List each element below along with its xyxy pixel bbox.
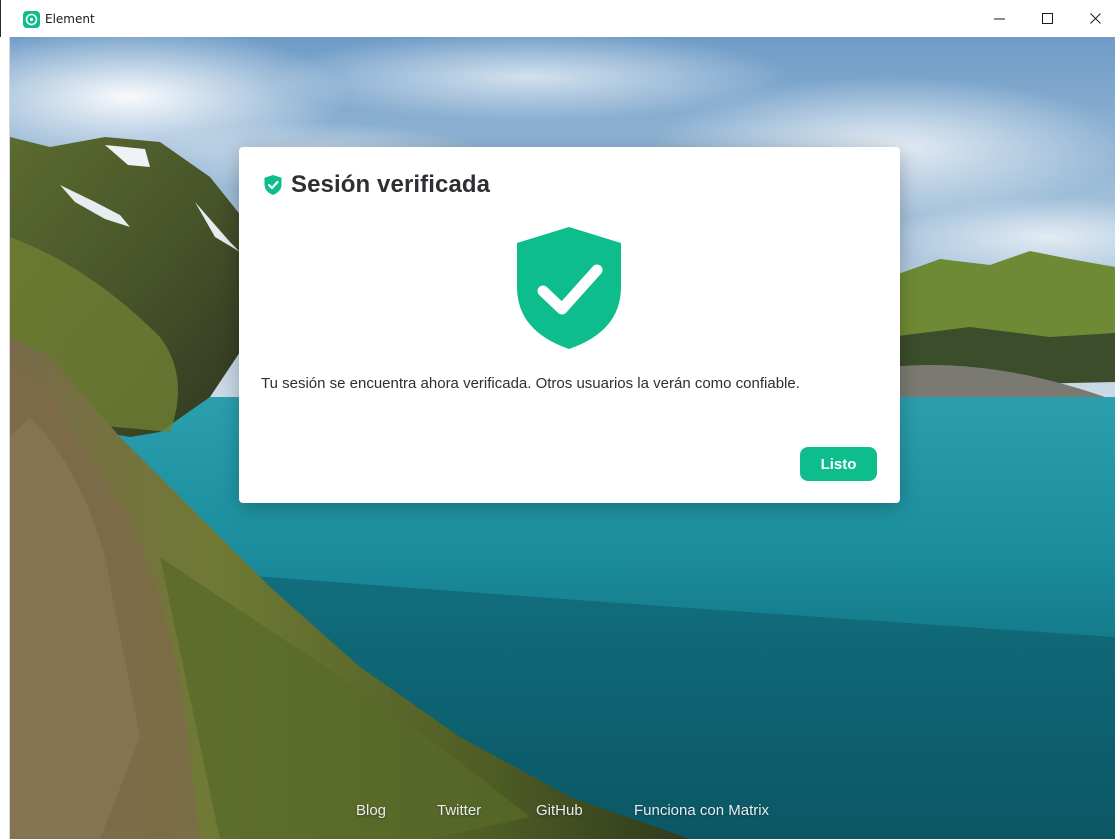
maximize-icon — [1041, 13, 1053, 24]
dialog-header: Sesión verificada — [263, 171, 490, 199]
window-left-edge — [0, 37, 10, 839]
footer-link-twitter[interactable]: Twitter — [437, 802, 481, 819]
element-app-window: Element Sesión verificada Tu sesión se e… — [0, 0, 1115, 839]
window-title: Element — [45, 12, 95, 26]
close-button[interactable] — [1072, 0, 1115, 37]
footer-links: Blog Twitter GitHub Funciona con Matrix — [0, 802, 1115, 822]
dialog-title: Sesión verificada — [291, 171, 491, 198]
footer-link-blog[interactable]: Blog — [356, 802, 386, 819]
element-logo-icon — [23, 11, 40, 28]
minimize-icon — [993, 18, 1005, 20]
session-verified-dialog: Sesión verificada Tu sesión se encuentra… — [239, 147, 900, 503]
minimize-button[interactable] — [976, 0, 1022, 37]
footer-link-matrix[interactable]: Funciona con Matrix — [634, 802, 769, 819]
maximize-button[interactable] — [1024, 0, 1070, 37]
footer-link-github[interactable]: GitHub — [536, 802, 583, 819]
done-button[interactable]: Listo — [800, 447, 877, 481]
window-titlebar: Element — [0, 0, 1115, 37]
shield-check-icon — [264, 175, 282, 195]
large-shield-check-icon — [517, 227, 621, 349]
close-icon — [1089, 13, 1101, 24]
verification-message: Tu sesión se encuentra ahora verificada.… — [261, 375, 800, 392]
